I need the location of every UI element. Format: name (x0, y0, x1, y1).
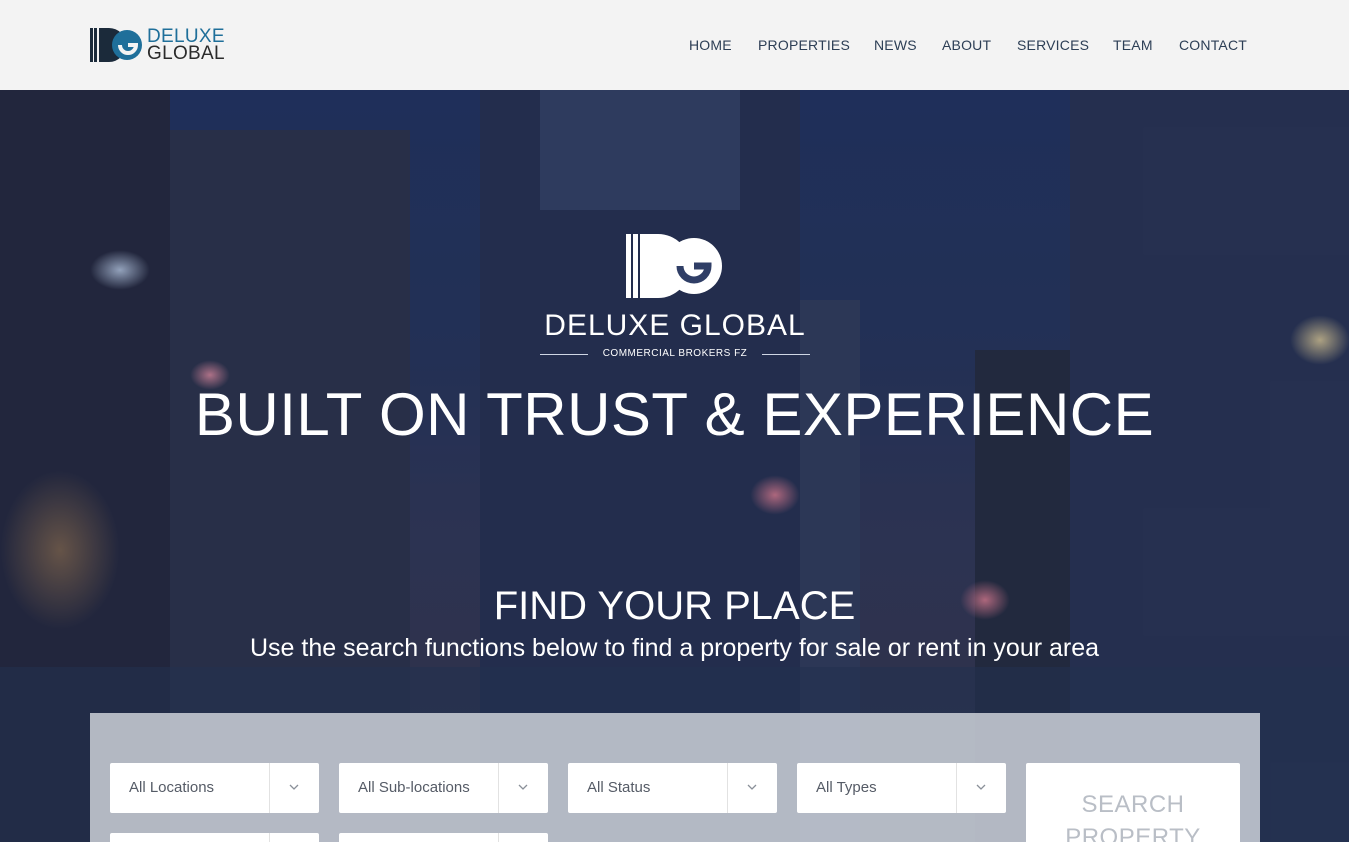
nav-about[interactable]: ABOUT (942, 36, 991, 54)
types-select-value: All Types (816, 779, 877, 796)
nav-contact[interactable]: CONTACT (1179, 36, 1247, 54)
divider (762, 354, 810, 355)
divider (498, 763, 499, 813)
locations-select-value: All Locations (129, 779, 215, 796)
divider (956, 763, 957, 813)
search-button-label-1: SEARCH (1081, 791, 1185, 818)
site-header: DELUXE GLOBAL HOME PROPERTIES NEWS ABOUT… (0, 0, 1349, 90)
main-nav: HOME PROPERTIES NEWS ABOUT SERVICES TEAM… (0, 36, 1349, 56)
search-panel: All Locations All Sub-locations All Stat… (90, 713, 1260, 842)
nav-properties[interactable]: PROPERTIES (758, 36, 850, 54)
search-property-button[interactable]: SEARCH PROPERTY (1026, 763, 1240, 842)
search-button-label-2: PROPERTY (1065, 824, 1201, 842)
nav-home[interactable]: HOME (689, 36, 732, 54)
status-select-value: All Status (587, 779, 651, 796)
divider (269, 763, 270, 813)
hero-logo: DELUXE GLOBAL COMMERCIAL BROKERS FZ (540, 230, 810, 360)
hero-brand-name: DELUXE GLOBAL (544, 309, 806, 342)
sublocations-select[interactable]: All Sub-locations (339, 763, 548, 813)
nav-services[interactable]: SERVICES (1017, 36, 1089, 54)
chevron-down-icon (289, 784, 299, 790)
chevron-down-icon (747, 784, 757, 790)
divider (727, 763, 728, 813)
hero-section: DELUXE GLOBAL COMMERCIAL BROKERS FZ BUIL… (0, 90, 1349, 842)
bedrooms-select[interactable] (110, 833, 319, 842)
divider (269, 833, 270, 842)
nav-news[interactable]: NEWS (874, 36, 917, 54)
locations-select[interactable]: All Locations (110, 763, 319, 813)
sublocations-select-value: All Sub-locations (358, 779, 470, 796)
hero-brand-subrow: COMMERCIAL BROKERS FZ (540, 347, 810, 361)
types-select[interactable]: All Types (797, 763, 1006, 813)
bathrooms-select[interactable] (339, 833, 548, 842)
chevron-down-icon (518, 784, 528, 790)
find-title: FIND YOUR PLACE (493, 584, 856, 628)
hero-title: BUILT ON TRUST & EXPERIENCE (194, 381, 1155, 448)
dg-logo-large-icon (626, 234, 722, 298)
nav-team[interactable]: TEAM (1113, 36, 1153, 54)
status-select[interactable]: All Status (568, 763, 777, 813)
chevron-down-icon (976, 784, 986, 790)
find-subtitle: Use the search functions below to find a… (249, 634, 1100, 662)
divider (498, 833, 499, 842)
